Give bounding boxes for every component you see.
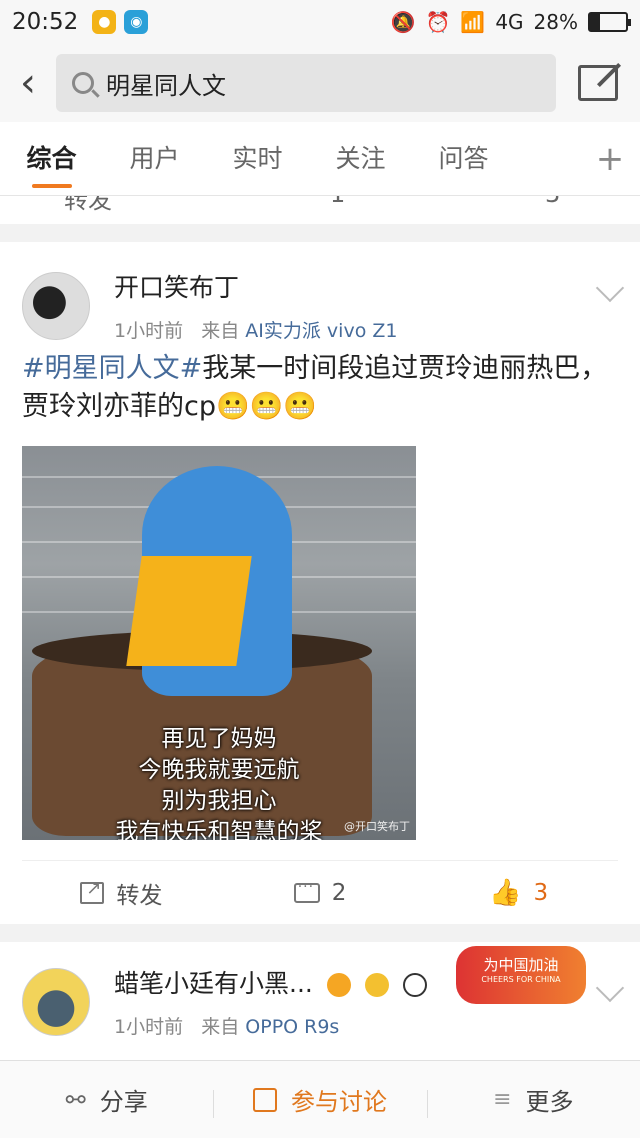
post-actions: 转发 2 👍 3 xyxy=(22,860,618,924)
member-badge-icon xyxy=(364,973,389,997)
prev-like-count[interactable]: 3 xyxy=(545,196,560,208)
image-caption-line: 再见了妈妈 xyxy=(161,726,277,752)
hashtag-link[interactable]: #明星同人文# xyxy=(22,353,202,384)
back-icon[interactable]: ‹ xyxy=(0,44,56,122)
prev-comment-count[interactable]: 1 xyxy=(330,196,345,208)
app-notification-icon-2: ◉ xyxy=(124,10,149,34)
clock: 20:52 xyxy=(12,9,79,35)
share-network-icon: ⚯ xyxy=(65,1085,86,1114)
share-label: 转发 xyxy=(116,882,163,909)
battery-icon xyxy=(588,12,631,32)
share-page-label: 分享 xyxy=(99,1088,148,1116)
battery-percent: 28% xyxy=(533,10,578,34)
image-watermark: @开口笑布丁 xyxy=(344,820,410,833)
add-tab-icon[interactable]: + xyxy=(580,139,640,179)
life-vest-shape xyxy=(126,556,252,666)
comment-button[interactable]: 2 xyxy=(221,879,420,906)
avatar[interactable] xyxy=(22,967,90,1036)
search-header: ‹ 明星同人文 xyxy=(0,44,640,122)
mute-icon: 🔕 xyxy=(390,10,416,34)
search-input[interactable]: 明星同人文 xyxy=(56,54,556,112)
post-meta: 1小时前 来自 AI实力派 vivo Z1 xyxy=(114,316,397,343)
post-source[interactable]: AI实力派 vivo Z1 xyxy=(245,320,397,342)
from-label: 来自 xyxy=(201,1016,240,1038)
join-discussion-label: 参与讨论 xyxy=(290,1088,387,1116)
join-discussion-button[interactable]: 参与讨论 xyxy=(213,1082,426,1118)
tab-bar: 综合 用户 实时 关注 问答 + xyxy=(0,122,640,196)
image-caption-line: 今晚我就要远航 xyxy=(138,757,300,783)
previous-post-actions: 转发 1 3 xyxy=(0,196,640,224)
app-notification-icon: ● xyxy=(92,10,117,34)
like-count: 3 xyxy=(533,879,549,906)
share-page-button[interactable]: ⚯ 分享 xyxy=(0,1082,213,1117)
bottom-bar: ⚯ 分享 参与讨论 ≡ 更多 xyxy=(0,1060,640,1138)
status-bar: 20:52 ● ◉ 🔕 ⏰ 📶 4G 28% xyxy=(0,0,640,44)
menu-icon: ≡ xyxy=(493,1087,512,1112)
post-image[interactable]: 再见了妈妈 今晚我就要远航 别为我担心 我有快乐和智慧的桨 @开口笑布丁 xyxy=(22,446,416,840)
network-type: 4G xyxy=(495,10,524,34)
like-button[interactable]: 👍 3 xyxy=(419,878,618,908)
username[interactable]: 开口笑布丁 xyxy=(114,268,397,304)
cheer-badge-subtitle: CHEERS FOR CHINA xyxy=(481,975,561,984)
avatar[interactable] xyxy=(22,271,90,340)
post-meta: 1小时前 来自 OPPO R9s xyxy=(114,1012,427,1039)
prev-share-button[interactable]: 转发 xyxy=(64,196,112,215)
post-card: 蜡笔小廷有小黑... 1小时前 来自 OPPO R9s 为中国加油 CHEERS… xyxy=(0,942,640,1060)
vip-crown-icon xyxy=(326,973,351,997)
tab-following[interactable]: 关注 xyxy=(309,122,412,196)
tab-realtime[interactable]: 实时 xyxy=(206,122,309,196)
compose-icon[interactable] xyxy=(578,65,618,101)
alarm-icon: ⏰ xyxy=(425,10,451,34)
panda-icon xyxy=(402,973,427,997)
post-time: 1小时前 xyxy=(114,320,184,342)
wifi-icon: 📶 xyxy=(460,10,486,34)
comment-icon xyxy=(293,879,320,903)
image-caption-line: 别为我担心 xyxy=(161,788,277,814)
search-icon xyxy=(72,72,94,94)
post-card: 开口笑布丁 1小时前 来自 AI实力派 vivo Z1 #明星同人文#我某一时间… xyxy=(0,242,640,924)
more-button[interactable]: ≡ 更多 xyxy=(426,1082,640,1118)
post-source[interactable]: OPPO R9s xyxy=(245,1016,339,1038)
post-text: #明星同人文#我某一时间段追过贾玲迪丽热巴，贾玲刘亦菲的cp😬😬😬 xyxy=(22,350,622,426)
search-query: 明星同人文 xyxy=(106,71,226,100)
comment-count: 2 xyxy=(331,879,347,906)
chevron-down-icon[interactable] xyxy=(595,973,625,1003)
chevron-down-icon[interactable] xyxy=(595,273,625,303)
edit-icon xyxy=(252,1087,277,1112)
share-icon xyxy=(80,878,105,904)
username-row: 蜡笔小廷有小黑... xyxy=(114,964,427,1000)
more-label: 更多 xyxy=(525,1088,574,1116)
cheer-badge-title: 为中国加油 xyxy=(483,956,559,974)
tab-users[interactable]: 用户 xyxy=(103,122,206,196)
thumbs-up-icon: 👍 xyxy=(489,877,522,908)
cheer-badge: 为中国加油 CHEERS FOR CHINA xyxy=(456,946,586,1004)
tab-comprehensive[interactable]: 综合 xyxy=(0,122,103,196)
username[interactable]: 蜡笔小廷有小黑... xyxy=(114,969,313,998)
tab-qa[interactable]: 问答 xyxy=(412,122,515,196)
post-time: 1小时前 xyxy=(114,1016,184,1038)
from-label: 来自 xyxy=(201,320,240,342)
share-button[interactable]: 转发 xyxy=(22,876,221,910)
